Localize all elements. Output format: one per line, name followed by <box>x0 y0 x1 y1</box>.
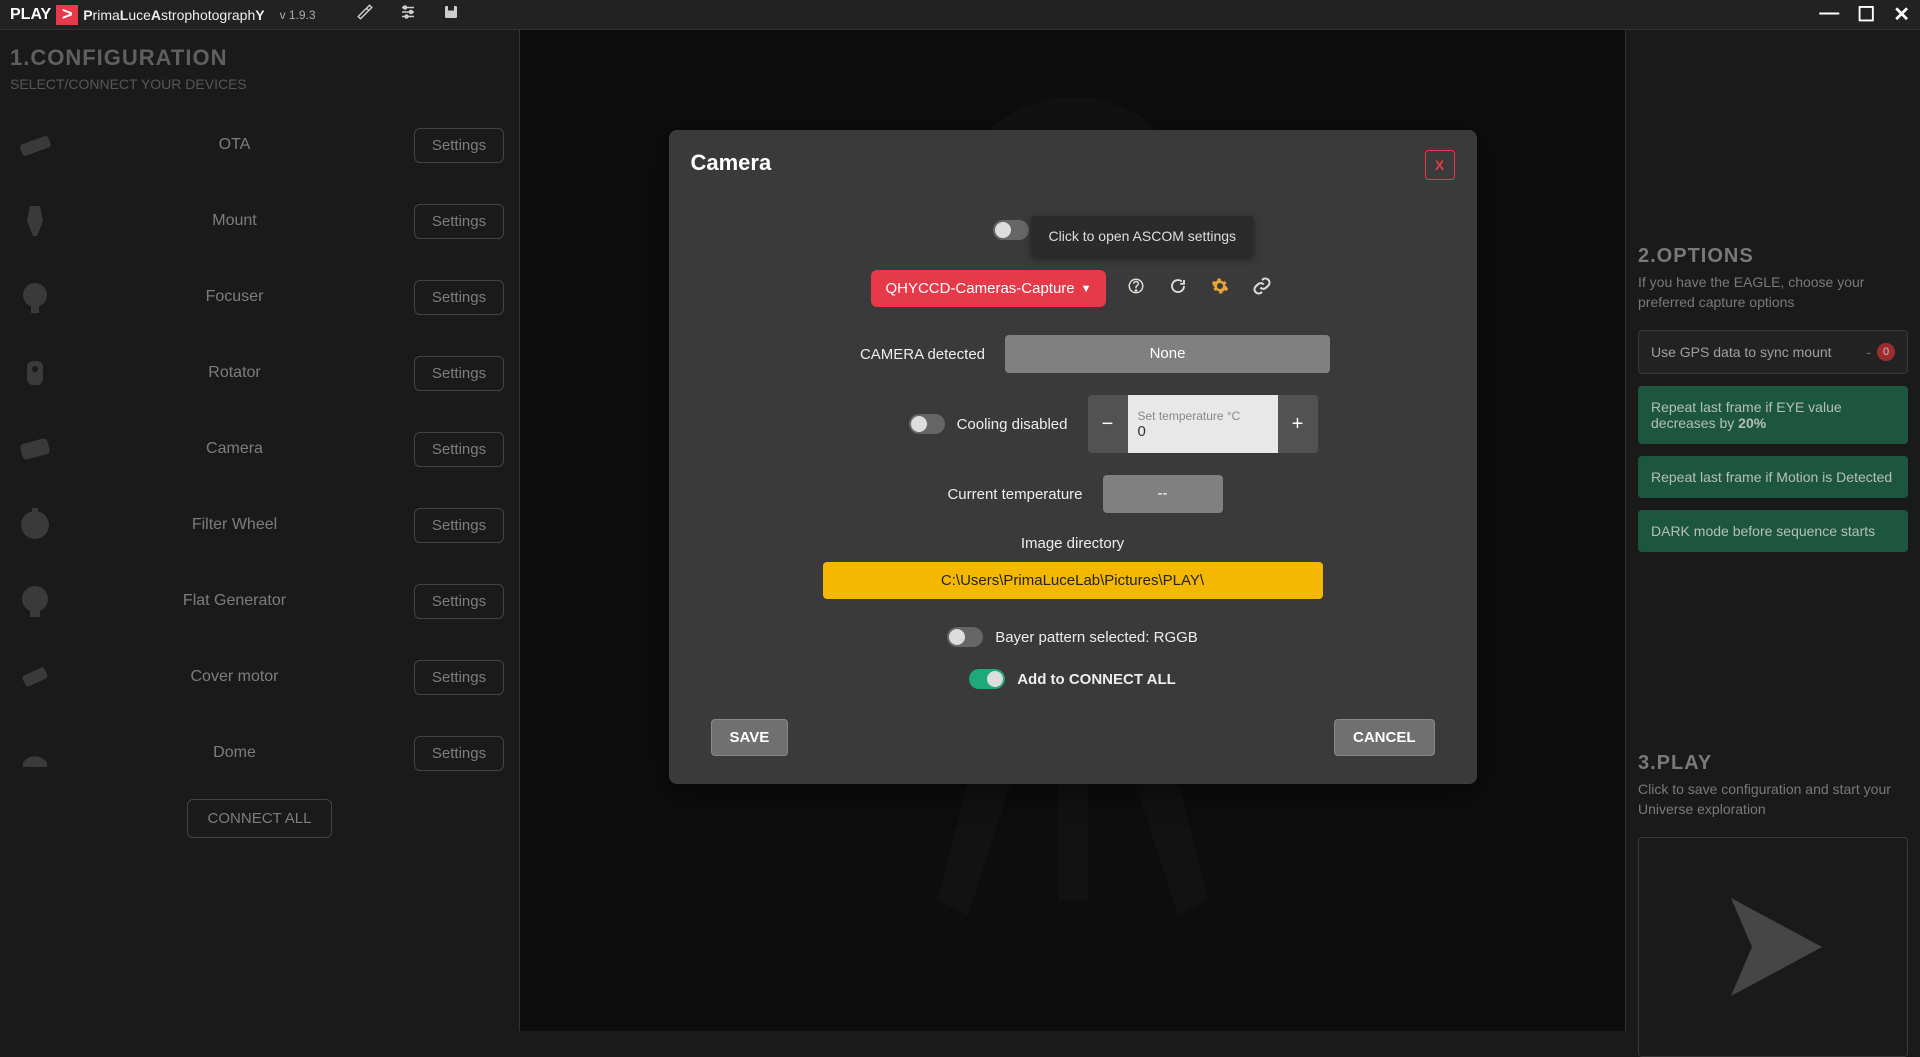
temp-decrease-button[interactable]: − <box>1088 395 1128 453</box>
device-settings-button[interactable]: Settings <box>414 280 504 315</box>
device-label: Flat Generator <box>75 592 394 610</box>
app-name: PrimaLuceAstrophotographY <box>83 7 264 23</box>
device-settings-button[interactable]: Settings <box>414 736 504 771</box>
toolbar-icons <box>356 3 460 26</box>
device-row-ota: OTA Settings <box>10 107 509 183</box>
image-dir-label: Image directory <box>691 535 1455 552</box>
device-settings-button[interactable]: Settings <box>414 508 504 543</box>
device-row-dome: Dome Settings <box>10 715 509 791</box>
current-temp-label: Current temperature <box>843 486 1083 503</box>
device-icon <box>15 277 55 317</box>
device-row-focuser: Focuser Settings <box>10 259 509 335</box>
device-icon <box>15 353 55 393</box>
window-controls: — ☐ ✕ <box>1819 2 1910 27</box>
device-label: Camera <box>75 440 394 458</box>
modal-close-button[interactable]: X <box>1425 150 1455 180</box>
device-icon <box>15 201 55 241</box>
image-dir-button[interactable]: C:\Users\PrimaLuceLab\Pictures\PLAY\ <box>823 562 1323 599</box>
options-note: If you have the EAGLE, choose your prefe… <box>1638 273 1908 312</box>
cooling-label: Cooling disabled <box>957 416 1068 433</box>
titlebar: PLAY PrimaLuceAstrophotographY v 1.9.3 —… <box>0 0 1920 30</box>
repeat-motion-option[interactable]: Repeat last frame if Motion is Detected <box>1638 456 1908 498</box>
camera-detected-label: CAMERA detected <box>815 346 985 363</box>
gps-sync-option[interactable]: Use GPS data to sync mount - 0 <box>1638 330 1908 374</box>
device-icon <box>15 505 55 545</box>
close-icon[interactable]: ✕ <box>1893 2 1910 27</box>
device-icon <box>15 581 55 621</box>
device-icon <box>15 733 55 773</box>
hide-camera-toggle[interactable] <box>993 220 1029 240</box>
cooling-toggle[interactable] <box>909 414 945 434</box>
camera-settings-modal: Camera X Hide Camera fro Click to open A… <box>669 130 1477 784</box>
app-logo-text: PLAY <box>10 6 51 24</box>
camera-driver-dropdown[interactable]: QHYCCD-Cameras-Capture▼ <box>871 270 1105 307</box>
device-label: Focuser <box>75 288 394 306</box>
device-label: Rotator <box>75 364 394 382</box>
device-settings-button[interactable]: Settings <box>414 660 504 695</box>
device-label: Cover motor <box>75 668 394 686</box>
configuration-panel: 1.CONFIGURATION SELECT/CONNECT YOUR DEVI… <box>0 30 520 1031</box>
device-icon <box>15 657 55 697</box>
play-logo-icon <box>56 5 78 25</box>
device-label: Dome <box>75 744 394 762</box>
save-icon[interactable] <box>442 3 460 26</box>
device-icon <box>15 125 55 165</box>
play-arrow-icon <box>1703 877 1843 1017</box>
refresh-icon[interactable] <box>1166 277 1190 300</box>
config-title: 1.CONFIGURATION <box>10 45 509 71</box>
save-button[interactable]: SAVE <box>711 719 789 756</box>
center-panel: Camera X Hide Camera fro Click to open A… <box>520 30 1625 1031</box>
device-row-camera: Camera Settings <box>10 411 509 487</box>
gps-badge-icon: 0 <box>1877 343 1895 361</box>
ascom-tooltip: Click to open ASCOM settings <box>1031 216 1255 256</box>
device-label: Filter Wheel <box>75 516 394 534</box>
options-title: 2.OPTIONS <box>1638 245 1908 268</box>
device-label: OTA <box>75 136 394 154</box>
repeat-eye-option[interactable]: Repeat last frame if EYE value decreases… <box>1638 386 1908 444</box>
device-settings-button[interactable]: Settings <box>414 356 504 391</box>
link-icon[interactable] <box>1250 276 1274 301</box>
device-settings-button[interactable]: Settings <box>414 432 504 467</box>
current-temp-value: -- <box>1103 475 1223 513</box>
help-icon[interactable] <box>1124 277 1148 300</box>
dark-mode-option[interactable]: DARK mode before sequence starts <box>1638 510 1908 552</box>
play-note: Click to save configuration and start yo… <box>1638 780 1908 819</box>
modal-title: Camera <box>691 150 772 176</box>
device-row-flat-generator: Flat Generator Settings <box>10 563 509 639</box>
app-version: v 1.9.3 <box>280 8 316 22</box>
device-icon <box>15 429 55 469</box>
device-settings-button[interactable]: Settings <box>414 128 504 163</box>
bayer-label: Bayer pattern selected: RGGB <box>995 629 1198 646</box>
config-subtitle: SELECT/CONNECT YOUR DEVICES <box>10 76 509 92</box>
play-start-button[interactable] <box>1638 837 1908 1057</box>
play-title: 3.PLAY <box>1638 752 1908 775</box>
minimize-icon[interactable]: — <box>1819 2 1839 27</box>
device-row-mount: Mount Settings <box>10 183 509 259</box>
cancel-button[interactable]: CANCEL <box>1334 719 1435 756</box>
temp-increase-button[interactable]: + <box>1278 395 1318 453</box>
device-settings-button[interactable]: Settings <box>414 204 504 239</box>
device-label: Mount <box>75 212 394 230</box>
options-panel: 2.OPTIONS If you have the EAGLE, choose … <box>1625 30 1920 1031</box>
temperature-stepper: − Set temperature °C 0 + <box>1088 395 1318 453</box>
bayer-toggle[interactable] <box>947 627 983 647</box>
telescope-icon[interactable] <box>356 3 374 26</box>
connect-all-button[interactable]: CONNECT ALL <box>187 799 333 838</box>
sliders-icon[interactable] <box>399 3 417 26</box>
device-row-cover-motor: Cover motor Settings <box>10 639 509 715</box>
temp-input[interactable]: Set temperature °C 0 <box>1128 395 1278 453</box>
device-settings-button[interactable]: Settings <box>414 584 504 619</box>
add-connect-all-toggle[interactable] <box>969 669 1005 689</box>
maximize-icon[interactable]: ☐ <box>1857 2 1875 27</box>
device-row-rotator: Rotator Settings <box>10 335 509 411</box>
camera-detected-value: None <box>1005 335 1330 373</box>
gear-icon[interactable] <box>1208 277 1232 300</box>
device-row-filter-wheel: Filter Wheel Settings <box>10 487 509 563</box>
add-connect-all-label: Add to CONNECT ALL <box>1017 671 1176 688</box>
